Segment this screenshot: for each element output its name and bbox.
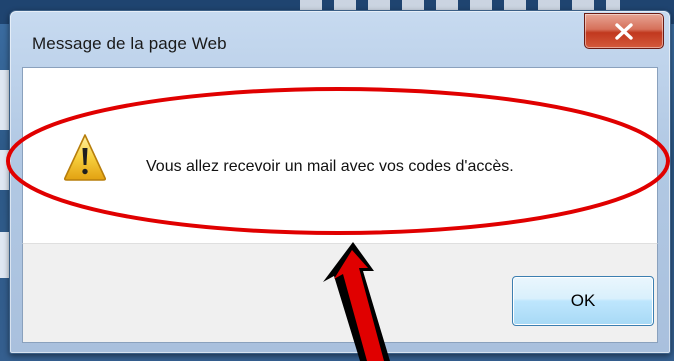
dialog-title: Message de la page Web [32,34,227,53]
ok-button[interactable]: OK [512,276,654,326]
warning-icon [63,134,107,181]
close-icon [615,23,633,40]
message-dialog: Message de la page Web Vous allez recevo… [9,10,671,354]
dialog-titlebar[interactable]: Message de la page Web [10,11,670,67]
close-button[interactable] [584,13,664,49]
dialog-message: Vous allez recevoir un mail avec vos cod… [146,158,514,175]
dialog-content [22,67,658,243]
